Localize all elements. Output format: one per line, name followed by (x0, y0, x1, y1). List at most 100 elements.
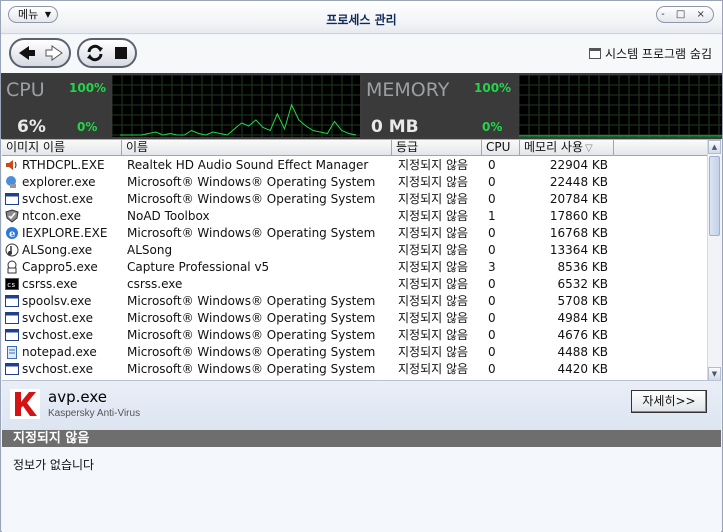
scroll-thumb[interactable] (709, 156, 720, 236)
cell-cpu: 0 (488, 294, 496, 308)
cpu-usage-line (120, 103, 357, 136)
console-icon: cs (5, 277, 19, 291)
table-row[interactable]: svchost.exe Microsoft® Windows® Operating… (2, 361, 707, 378)
scroll-up-icon[interactable]: ▲ (708, 140, 721, 154)
cell-memory: 17860 KB (549, 209, 608, 223)
table-row[interactable]: ALSong.exe ALSong 지정되지 않음 0 13364 KB (2, 242, 707, 259)
hide-system-programs-toggle[interactable]: 시스템 프로그램 숨김 (589, 45, 712, 62)
cell-name: NoAD Toolbox (127, 209, 210, 223)
cell-memory: 4676 KB (557, 328, 608, 342)
cell-priority: 지정되지 않음 (398, 192, 469, 206)
cpu-min-label: 0% (77, 120, 98, 134)
cell-cpu: 0 (488, 328, 496, 342)
cell-memory: 20784 KB (549, 192, 608, 206)
process-table: 이미지 이름 이름 등급 CPU 메모리 사용 ▽ RTHDCPL.EXE Real… (2, 139, 721, 381)
column-image-name[interactable]: 이미지 이름 (2, 140, 122, 156)
sort-desc-icon: ▽ (585, 143, 593, 154)
shield-icon (5, 209, 19, 223)
cell-image-name: svchost.exe (22, 362, 93, 376)
cell-priority: 지정되지 않음 (398, 311, 469, 325)
stop-button[interactable] (108, 42, 134, 64)
table-row[interactable]: svchost.exe Microsoft® Windows® Operating… (2, 310, 707, 327)
cell-memory: 22904 KB (549, 158, 608, 172)
cell-memory: 8536 KB (557, 260, 608, 274)
table-row[interactable]: RTHDCPL.EXE Realtek HD Audio Sound Effect… (2, 157, 707, 174)
memory-panel: MEMORY 100% 0 MB 0% (363, 75, 518, 137)
info-text: 정보가 없습니다 (13, 458, 95, 472)
cell-priority: 지정되지 않음 (398, 209, 469, 223)
window-icon (5, 311, 19, 325)
cell-priority: 지정되지 않음 (398, 294, 469, 308)
table-row[interactable]: svchost.exe Microsoft® Windows® Operating… (2, 191, 707, 208)
cell-priority: 지정되지 않음 (398, 226, 469, 240)
column-memory[interactable]: 메모리 사용 ▽ (520, 140, 614, 156)
table-row[interactable]: spoolsv.exe Microsoft® Windows® Operating… (2, 293, 707, 310)
cell-image-name: svchost.exe (22, 311, 93, 325)
scroll-down-icon[interactable]: ▼ (708, 367, 721, 381)
column-priority[interactable]: 등급 (392, 140, 482, 156)
cell-image-name: svchost.exe (22, 192, 93, 206)
speaker-icon (5, 158, 19, 172)
cell-priority: 지정되지 않음 (398, 328, 469, 342)
column-cpu[interactable]: CPU (482, 140, 520, 156)
table-row[interactable]: Cappro5.exe Capture Professional v5 지정되지 않… (2, 259, 707, 276)
cpu-panel: CPU 100% 6% 0% (3, 75, 111, 137)
cpu-graph (112, 75, 360, 137)
memory-graph (519, 75, 722, 137)
table-row[interactable]: e IEXPLORE.EXE Microsoft® Windows® Operati… (2, 225, 707, 242)
refresh-button[interactable] (82, 42, 108, 64)
window-controls[interactable]: - □ × (656, 6, 714, 23)
cell-memory: 22448 KB (549, 175, 608, 189)
cell-image-name: spoolsv.exe (22, 294, 92, 308)
action-group (77, 38, 137, 68)
cell-name: Microsoft® Windows® Operating System (127, 294, 376, 308)
cpu-max-label: 100% (69, 81, 107, 95)
cell-priority: 지정되지 않음 (398, 260, 469, 274)
window-icon (5, 362, 19, 376)
cell-priority: 지정되지 않음 (398, 175, 469, 189)
cell-image-name: ALSong.exe (22, 243, 93, 257)
cell-memory: 4488 KB (557, 345, 608, 359)
cell-priority: 지정되지 않음 (398, 277, 469, 291)
title-bar: 메뉴 ▼ 프로세스 관리 - □ × (1, 1, 722, 34)
process-details: avp.exe Kaspersky Anti-Virus 자세히>> (2, 380, 721, 430)
window-icon (5, 192, 19, 206)
table-row[interactable]: ntcon.exe NoAD Toolbox 지정되지 않음 1 17860 KB (2, 208, 707, 225)
cell-cpu: 1 (488, 209, 496, 223)
cpu-label: CPU (6, 79, 45, 101)
cell-name: Microsoft® Windows® Operating System (127, 192, 376, 206)
table-row[interactable]: notepad.exe Microsoft® Windows® Operating… (2, 344, 707, 361)
info-panel: 정보가 없습니다 (2, 447, 721, 532)
cell-priority: 지정되지 않음 (398, 158, 469, 172)
details-button[interactable]: 자세히>> (631, 390, 707, 413)
cell-memory: 4420 KB (557, 362, 608, 376)
back-button[interactable] (14, 42, 40, 64)
column-name[interactable]: 이름 (122, 140, 392, 156)
cell-image-name: notepad.exe (22, 345, 97, 359)
cell-memory: 5708 KB (557, 294, 608, 308)
cell-image-name: explorer.exe (22, 175, 96, 189)
cell-cpu: 0 (488, 175, 496, 189)
table-row[interactable]: explorer.exe Microsoft® Windows® Operatin… (2, 174, 707, 191)
refresh-icon (87, 44, 103, 62)
process-manager-window: 메뉴 ▼ 프로세스 관리 - □ × 시스템 프로그램 숨김 CPU 100% … (0, 0, 723, 532)
forward-button[interactable] (41, 42, 67, 64)
cell-name: Capture Professional v5 (127, 260, 270, 274)
window-icon (5, 294, 19, 308)
memory-max-label: 100% (474, 81, 512, 95)
selected-process-name: avp.exe (48, 388, 107, 406)
svg-text:cs: cs (7, 281, 15, 289)
nav-group (9, 38, 71, 68)
table-row[interactable]: svchost.exe Microsoft® Windows® Operating… (2, 327, 707, 344)
explorer-icon (5, 175, 19, 189)
cell-cpu: 0 (488, 226, 496, 240)
memory-value: 0 MB (371, 117, 419, 137)
performance-monitor: CPU 100% 6% 0% MEMORY 100% 0 MB 0% (1, 73, 722, 139)
cell-priority: 지정되지 않음 (398, 345, 469, 359)
toolbar: 시스템 프로그램 숨김 (1, 35, 722, 73)
vertical-scrollbar[interactable]: ▲ ▼ (707, 140, 721, 381)
cell-memory: 16768 KB (549, 226, 608, 240)
table-row[interactable]: cs csrss.exe csrss.exe 지정되지 않음 0 6532 KB (2, 276, 707, 293)
cell-priority: 지정되지 않음 (398, 243, 469, 257)
cell-image-name: ntcon.exe (22, 209, 81, 223)
